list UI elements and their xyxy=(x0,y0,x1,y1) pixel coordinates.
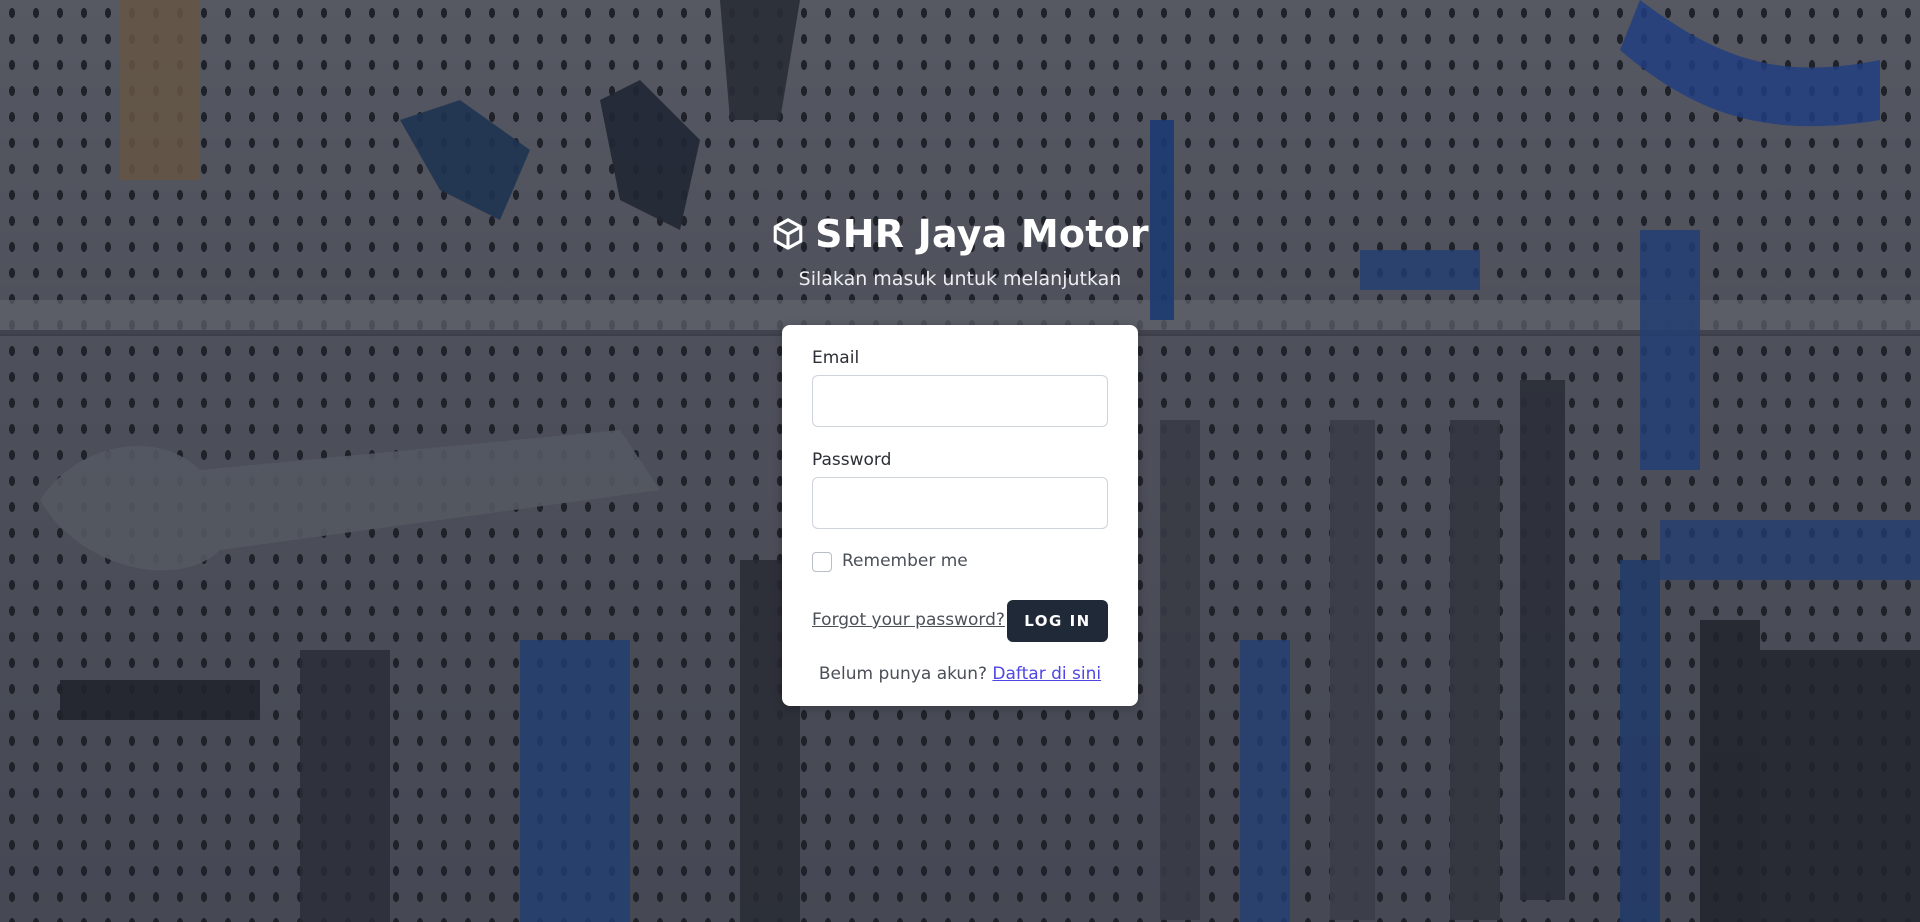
forgot-password-link[interactable]: Forgot your password? xyxy=(812,610,1005,630)
password-field[interactable] xyxy=(812,477,1108,529)
brand-title: SHR Jaya Motor xyxy=(815,212,1149,256)
brand-subtitle: Silakan masuk untuk melanjutkan xyxy=(798,268,1122,290)
register-link[interactable]: Daftar di sini xyxy=(992,664,1101,684)
email-field[interactable] xyxy=(812,375,1108,427)
brand-header: SHR Jaya Motor xyxy=(0,212,1920,256)
register-prompt-text: Belum punya akun? xyxy=(818,664,988,684)
cube-icon xyxy=(773,218,803,250)
password-label: Password xyxy=(812,450,892,470)
login-button[interactable]: LOG IN xyxy=(1007,600,1108,642)
email-label: Email xyxy=(812,348,860,368)
login-card: Email Password Remember me Forgot your p… xyxy=(782,325,1138,706)
remember-me-label: Remember me xyxy=(842,551,968,571)
remember-me-checkbox[interactable] xyxy=(812,552,832,572)
register-prompt-line: Belum punya akun? Daftar di sini xyxy=(782,664,1138,684)
